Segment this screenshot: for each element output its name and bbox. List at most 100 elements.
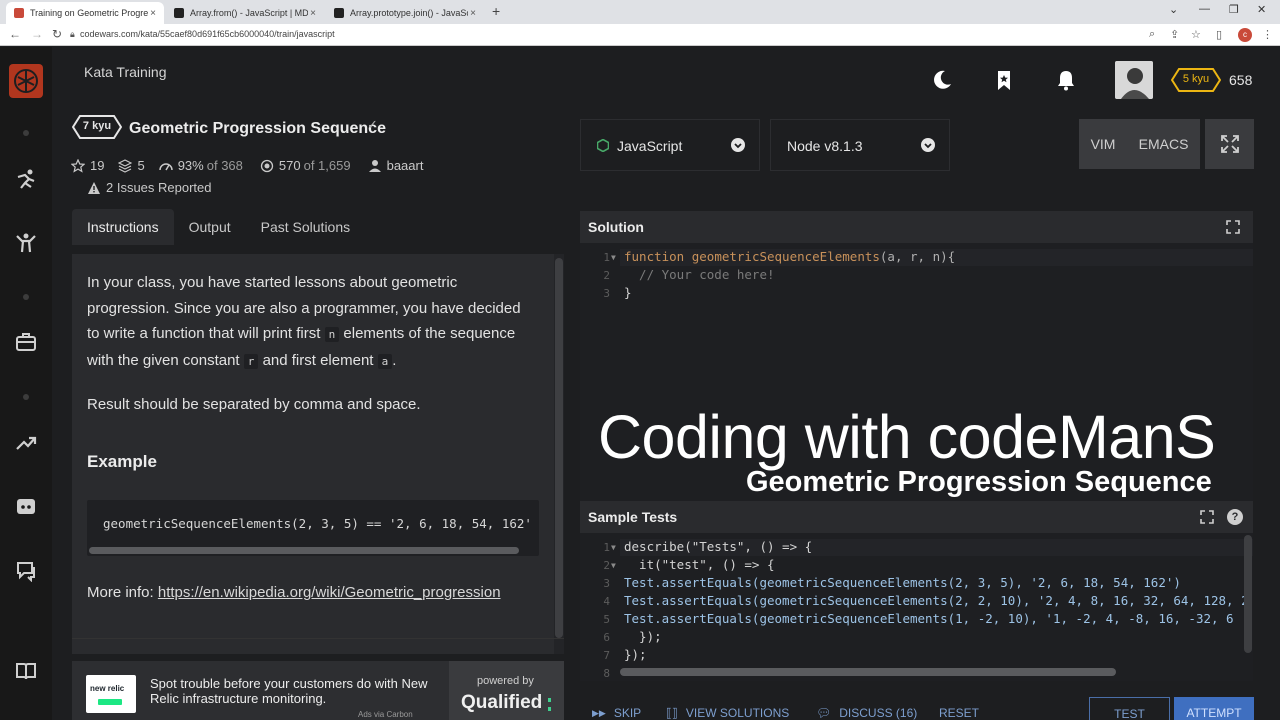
- browser-tab-mdn-array-from[interactable]: Array.from() - JavaScript | MDN ×: [166, 2, 324, 24]
- close-window-icon[interactable]: ✕: [1257, 3, 1266, 16]
- browser-menu-icon[interactable]: ⋮: [1262, 28, 1273, 41]
- emacs-button[interactable]: EMACS: [1139, 136, 1189, 152]
- chat-icon[interactable]: [14, 559, 38, 583]
- address-bar: ← → ↻ 🔒︎ codewars.com/kata/55caef80d691f…: [0, 24, 1280, 46]
- user-avatar-icon: [1115, 61, 1153, 99]
- honor-points: 658: [1229, 72, 1253, 88]
- carbon-ad[interactable]: new relic Spot trouble before your custo…: [72, 661, 564, 720]
- example-horizontal-scrollbar[interactable]: [89, 547, 519, 554]
- close-tab-icon[interactable]: ×: [470, 8, 476, 19]
- instructions-scrollbar-thumb[interactable]: [555, 258, 563, 638]
- target-icon: [260, 159, 274, 172]
- tab-output[interactable]: Output: [174, 209, 246, 245]
- briefcase-icon[interactable]: [14, 330, 38, 354]
- section-title: Kata Training: [84, 64, 167, 80]
- bookmark-star-icon[interactable]: ☆: [1191, 28, 1201, 41]
- tests-horizontal-scrollbar[interactable]: [620, 668, 1116, 676]
- test-button[interactable]: TEST: [1089, 697, 1170, 720]
- warning-icon: [88, 181, 100, 194]
- close-tab-icon[interactable]: ×: [310, 8, 316, 19]
- chevron-down-icon: [921, 138, 935, 152]
- vim-button[interactable]: VIM: [1091, 136, 1116, 152]
- training-icon[interactable]: [14, 167, 38, 191]
- tab-instructions[interactable]: Instructions: [72, 209, 174, 245]
- user-icon: [368, 159, 381, 172]
- view-solutions-button[interactable]: ⟦⟧ VIEW SOLUTIONS: [666, 706, 789, 720]
- code-line: function geometricSequenceElements(a, r,…: [624, 249, 956, 264]
- codewars-logo-icon: [14, 69, 38, 93]
- dark-mode-moon-icon[interactable]: [931, 69, 955, 93]
- example-heading: Example: [87, 452, 157, 471]
- ad-text[interactable]: Spot trouble before your customers do wi…: [150, 676, 440, 706]
- chevron-down-icon: [731, 138, 745, 152]
- sample-tests-header: Sample Tests ?: [580, 501, 1253, 533]
- browser-tab-bar: Training on Geometric Progressio... × Ar…: [0, 0, 1280, 24]
- zoom-icon[interactable]: ⌕: [1149, 28, 1155, 41]
- top-header: Kata Training 5 kyu 658: [52, 47, 1280, 107]
- notifications-bell-icon[interactable]: [1055, 69, 1079, 93]
- attempt-button[interactable]: ATTEMPT: [1174, 697, 1254, 720]
- wikipedia-link[interactable]: https://en.wikipedia.org/wiki/Geometric_…: [158, 584, 501, 601]
- fold-arrow-icon[interactable]: ▼: [611, 561, 616, 570]
- sample-tests-editor[interactable]: 1 ▼ describe("Tests", () => { 2 ▼ it("te…: [580, 533, 1253, 681]
- fullscreen-button[interactable]: [1205, 119, 1254, 169]
- skip-icon: ▶▶: [592, 707, 606, 718]
- collections-stat: 5: [118, 158, 145, 173]
- browser-tab-mdn-array-join[interactable]: Array.prototype.join() - JavaScri... ×: [326, 2, 484, 24]
- instructions-scrollbar[interactable]: [554, 254, 564, 654]
- close-tab-icon[interactable]: ×: [150, 8, 156, 19]
- url-field[interactable]: codewars.com/kata/55caef80d691f65cb60000…: [80, 29, 335, 39]
- profile-avatar-icon[interactable]: c: [1238, 28, 1252, 42]
- fold-arrow-icon[interactable]: ▼: [611, 253, 616, 262]
- instructions-panel: In your class, you have started lessons …: [72, 254, 564, 654]
- more-info: More info: https://en.wikipedia.org/wiki…: [87, 584, 501, 601]
- ad-via[interactable]: Ads via Carbon: [358, 710, 413, 719]
- codewars-logo[interactable]: [9, 64, 43, 98]
- minimize-icon[interactable]: —: [1199, 3, 1210, 15]
- reset-button[interactable]: RESET: [939, 706, 979, 720]
- tests-vertical-scrollbar[interactable]: [1244, 535, 1252, 653]
- user-rank-badge[interactable]: 5 kyu: [1171, 68, 1221, 92]
- satisfaction-stat: 93% of 368: [158, 158, 246, 173]
- forward-icon[interactable]: →: [31, 27, 43, 41]
- kata-title: Geometric Progression Sequence: [129, 120, 386, 137]
- maximize-icon[interactable]: ❐: [1229, 3, 1239, 16]
- help-icon[interactable]: ?: [1227, 509, 1243, 525]
- tab-search-chevron-icon[interactable]: ⌄: [1169, 3, 1178, 16]
- code-line: }: [624, 285, 632, 300]
- bookmark-icon[interactable]: [993, 69, 1017, 93]
- code-line: it("test", () => {: [624, 557, 775, 572]
- discuss-button[interactable]: 💬︎ DISCUSS (16): [816, 706, 917, 720]
- practice-icon[interactable]: [14, 231, 38, 255]
- back-icon[interactable]: ←: [9, 27, 21, 41]
- new-tab-icon[interactable]: +: [492, 3, 500, 19]
- docs-book-icon[interactable]: [14, 659, 38, 683]
- skip-button[interactable]: ▶▶ SKIP: [592, 706, 641, 720]
- user-avatar[interactable]: [1115, 61, 1153, 99]
- stars-stat[interactable]: 19: [71, 158, 104, 173]
- runtime-select[interactable]: Node v8.1.3: [770, 119, 950, 171]
- issues-reported[interactable]: 2 Issues Reported: [87, 180, 212, 195]
- new-relic-logo: new relic: [86, 675, 136, 713]
- kata-rank-badge: 7 kyu: [72, 115, 122, 139]
- sidebar-icon[interactable]: ▯: [1216, 28, 1222, 41]
- solution-expand-icon[interactable]: [1226, 220, 1240, 234]
- new-relic-logo-bar-icon: [98, 699, 122, 705]
- discuss-icon: 💬︎: [816, 706, 832, 720]
- discord-icon[interactable]: [14, 495, 38, 519]
- powered-by-qualified[interactable]: powered by Qualified: [449, 661, 564, 720]
- tests-expand-icon[interactable]: [1200, 510, 1214, 524]
- reload-icon[interactable]: ↻: [52, 27, 62, 41]
- author-stat[interactable]: baaart: [368, 158, 423, 173]
- share-icon[interactable]: ⇪: [1170, 28, 1179, 41]
- solution-header: Solution: [580, 211, 1253, 243]
- language-select[interactable]: JavaScript: [580, 119, 760, 171]
- code-line: Test.assertEquals(geometricSequenceEleme…: [624, 575, 1181, 590]
- browser-tab-codewars[interactable]: Training on Geometric Progressio... ×: [6, 2, 164, 24]
- fold-arrow-icon[interactable]: ▼: [611, 543, 616, 552]
- tab-past-solutions[interactable]: Past Solutions: [246, 209, 366, 245]
- mdn-favicon-icon: [174, 8, 184, 18]
- trending-icon[interactable]: [14, 431, 38, 455]
- completed-stat: 570 of 1,659: [260, 158, 354, 173]
- example-code-block: geometricSequenceElements(2, 3, 5) == '2…: [87, 500, 539, 556]
